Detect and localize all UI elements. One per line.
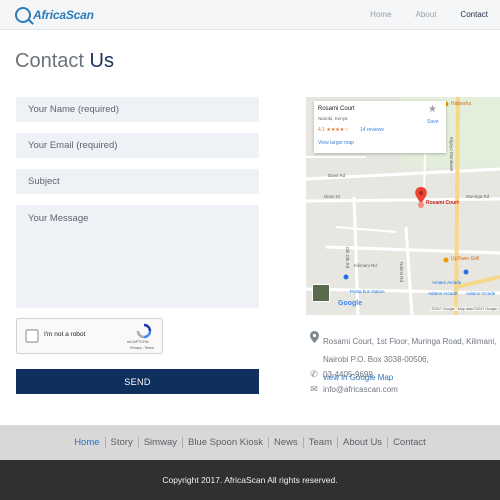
message-field[interactable] [16,205,259,308]
map-label-muringa: Muringa Rd [466,194,490,199]
recaptcha-widget: I'm not a robot reCAPTCHA Privacy - Term… [16,318,163,354]
google-logo: Google [338,300,363,307]
title-part-contact: Contact [15,50,84,72]
place-title: Rosami Court [318,106,355,112]
phone-text: 03-4405-9699 [323,370,373,379]
map-label-diani-rd: Diani Rd [328,173,346,178]
nav-about[interactable]: About [404,0,449,30]
subject-field[interactable] [16,169,259,194]
map-label-elgeyo: Elgeyo Marakwet [449,137,454,172]
view-larger-map-link[interactable]: View larger map [318,140,354,146]
nav-contact[interactable]: Contact [448,0,500,30]
name-field[interactable] [16,97,259,122]
place-rating: 4.1 ★★★★☆ [318,127,349,133]
address-text: Rosami Court, 1st Floor, Muringa Road, K… [323,337,497,364]
email-field[interactable] [16,133,259,158]
nav-home[interactable]: Home [358,0,403,30]
footer-nav-team[interactable]: Team [304,437,338,448]
title-part-us: Us [89,50,114,72]
map-label-diani-dr: Diani Dr [324,194,341,199]
copyright-text: Copyright 2017. AfricaScan All rights re… [0,460,500,500]
footer-nav: Home Story Simway Blue Spoon Kiosk News … [0,425,500,460]
map-attribution[interactable]: ©2017 Google · Map data ©2017 Google [430,307,498,311]
recaptcha-brand: reCAPTCHA [127,340,149,344]
map-label-adams1: Adams Arcade [428,291,458,296]
satellite-toggle[interactable] [312,284,330,302]
footer-nav-story[interactable]: Story [106,437,139,448]
save-link[interactable]: Save [427,119,438,125]
footer-nav-about-us[interactable]: About Us [338,437,389,448]
top-header: AfricaScan Home About Contact [0,0,500,30]
map-label-uptown: UpTown Grill [451,256,480,262]
google-map[interactable]: Rosami Court Nairobi, Kenya 4.1 ★★★★☆ 14… [306,97,500,315]
recaptcha-logo-icon [136,323,152,339]
footer-nav-blue-spoon-kiosk[interactable]: Blue Spoon Kiosk [183,437,269,448]
phone-row: ✆ 03-4405-9699 [308,369,373,380]
send-button[interactable]: SEND [16,369,259,394]
page-title: Contact Us [15,50,114,73]
brand-name: AfricaScan [33,8,94,22]
place-subtitle: Nairobi, Kenya [318,116,348,121]
map-label-kilimani: Kilimani Rd [354,263,377,268]
envelope-icon: ✉ [310,384,318,394]
place-reviews-link[interactable]: 14 reviews [360,127,384,133]
footer-nav-news[interactable]: News [269,437,304,448]
map-label-dikdik: Dik Dik Rd [345,247,350,269]
brand-logo[interactable]: AfricaScan [15,6,94,24]
map-label-ndemi: Ndemi Rd [399,262,404,283]
recaptcha-links[interactable]: Privacy - Terms [130,346,154,350]
phone-icon: ✆ [310,369,318,379]
footer-nav-contact[interactable]: Contact [388,437,431,448]
map-label-posta: Posta bus station [350,289,385,294]
map-label-amaes: Amaes Arcade [432,280,462,285]
recaptcha-label: I'm not a robot [44,331,86,338]
magnifier-logo-icon [15,7,31,23]
map-label-adams2: Adams Arcade [466,291,496,296]
footer-nav-simway[interactable]: Simway [139,437,183,448]
email-row: ✉ info@africascan.com [308,384,398,395]
recaptcha-checkbox[interactable] [25,329,39,343]
place-card: Rosami Court Nairobi, Kenya 4.1 ★★★★☆ 14… [314,101,446,153]
main-nav: Home About Contact [358,0,500,30]
email-text[interactable]: info@africascan.com [323,384,398,395]
star-icon[interactable]: ★ [428,104,437,115]
map-label-habesha: Habesha [451,101,472,107]
map-label-rosami: Rosami Court [426,200,459,206]
footer-nav-home[interactable]: Home [69,437,106,448]
